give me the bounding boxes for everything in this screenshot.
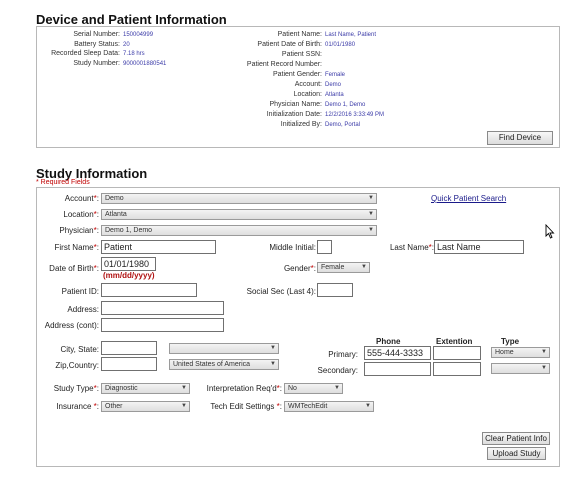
tech-edit-select[interactable]: WMTechEdit — [284, 401, 374, 412]
dob-label: Date of Birth*: — [49, 264, 99, 273]
account-value: Demo — [325, 82, 342, 88]
study-type-label: Study Type*: — [53, 384, 99, 393]
extension-column-header: Extention — [436, 337, 473, 346]
location-select[interactable]: Atlanta — [101, 209, 377, 220]
battery-value: 20 — [123, 42, 130, 48]
zip-input[interactable] — [101, 357, 157, 371]
patient-name-value: Last Name, Patient — [325, 32, 377, 38]
init-by-value: Demo, Portal — [325, 122, 361, 128]
sleep-label: Recorded Sleep Data: — [51, 50, 120, 57]
ssn-label: Social Sec (Last 4): — [246, 287, 316, 296]
serial-value: 150004999 — [123, 32, 154, 38]
required-fields-note: * Required Fields — [36, 179, 90, 186]
gender-select[interactable]: Female — [317, 262, 370, 273]
first-name-input[interactable]: Patient — [101, 240, 216, 254]
secondary-phone-input[interactable] — [364, 362, 431, 376]
phone-column-header: Phone — [376, 337, 401, 346]
serial-label: Serial Number: — [73, 31, 120, 38]
secondary-phone-label: Secondary: — [317, 366, 358, 375]
study-type-select[interactable]: Diagnostic — [101, 383, 190, 394]
find-device-button[interactable]: Find Device — [487, 131, 553, 145]
upload-study-button[interactable]: Upload Study — [487, 447, 546, 460]
physician-name-label: Physician Name: — [269, 101, 322, 108]
patient-gender-label: Patient Gender: — [272, 71, 322, 78]
type-column-header: Type — [501, 337, 520, 346]
init-by-label: Initialized By: — [280, 121, 322, 128]
account-label: Account: — [294, 81, 322, 88]
physician-name-value: Demo 1, Demo — [325, 102, 366, 108]
study-number-value: 9000001880541 — [123, 61, 167, 67]
ssn-input[interactable] — [317, 283, 353, 297]
patient-gender-value: Female — [325, 72, 346, 78]
physician-select[interactable]: Demo 1, Demo — [101, 225, 377, 236]
mouse-cursor-icon — [545, 224, 555, 239]
secondary-extension-input[interactable] — [433, 362, 481, 376]
zip-country-label: Zip,Country: — [55, 361, 99, 370]
dob-input[interactable]: 01/01/1980 — [101, 257, 156, 271]
insurance-select[interactable]: Other — [101, 401, 190, 412]
address-label: Address: — [67, 305, 99, 314]
middle-initial-input[interactable] — [317, 240, 332, 254]
patient-dob-value: 01/01/1980 — [325, 42, 356, 48]
study-number-label: Study Number: — [73, 60, 120, 67]
last-name-input[interactable]: Last Name — [434, 240, 524, 254]
first-name-label: First Name*: — [54, 243, 99, 252]
city-state-label: City, State: — [60, 345, 99, 354]
device-section-title: Device and Patient Information — [36, 12, 227, 27]
primary-phone-label: Primary: — [328, 350, 358, 359]
patient-record-label: Patient Record Number: — [246, 61, 322, 68]
patient-id-input[interactable] — [101, 283, 197, 297]
address-input[interactable] — [101, 301, 224, 315]
insurance-label: Insurance *: — [56, 402, 99, 411]
account-field-label: Account*: — [64, 194, 99, 203]
city-input[interactable] — [101, 341, 157, 355]
clear-patient-info-button[interactable]: Clear Patient Info — [482, 432, 550, 445]
tech-edit-label: Tech Edit Settings *: — [210, 402, 282, 411]
patient-id-label: Patient ID: — [61, 287, 99, 296]
quick-patient-search-link[interactable]: Quick Patient Search — [431, 194, 506, 203]
country-select[interactable]: United States of America — [169, 359, 279, 370]
middle-initial-label: Middle Initial: — [269, 243, 316, 252]
primary-phone-input[interactable]: 555-444-3333 — [364, 346, 431, 360]
patient-name-label: Patient Name: — [277, 31, 322, 38]
primary-extension-input[interactable] — [433, 346, 481, 360]
location-value: Atlanta — [325, 92, 344, 98]
state-select[interactable] — [169, 343, 279, 354]
address-cont-label: Address (cont): — [44, 321, 99, 330]
patient-dob-label: Patient Date of Birth: — [257, 41, 322, 48]
account-select[interactable]: Demo — [101, 193, 377, 204]
location-field-label: Location*: — [63, 210, 99, 219]
secondary-type-select[interactable] — [491, 363, 550, 374]
address-cont-input[interactable] — [101, 318, 224, 332]
location-label: Location: — [293, 91, 322, 98]
init-date-label: Initialization Date: — [266, 111, 322, 118]
patient-ssn-label: Patient SSN: — [281, 51, 322, 58]
battery-label: Battery Status: — [74, 41, 120, 48]
gender-label: Gender*: — [283, 264, 316, 273]
last-name-label: Last Name*: — [389, 243, 434, 252]
init-date-value: 12/2/2016 3:33:49 PM — [325, 112, 385, 118]
sleep-value: 7.18 hrs — [123, 51, 145, 57]
primary-type-select[interactable]: Home — [491, 347, 550, 358]
physician-field-label: Physician*: — [59, 226, 99, 235]
interpretation-label: Interpretation Req'd*: — [206, 384, 282, 393]
dob-format-hint: (mm/dd/yyyy) — [103, 271, 155, 280]
interpretation-select[interactable]: No — [284, 383, 343, 394]
